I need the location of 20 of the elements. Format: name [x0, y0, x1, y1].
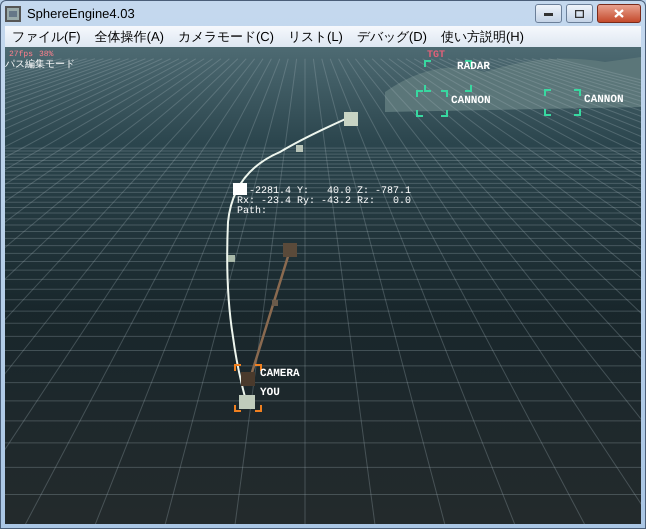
player-label: YOU: [260, 387, 280, 399]
menu-item[interactable]: 使い方説明(H): [434, 26, 531, 48]
coordinate-readout: Rx: -23.4 Ry: -43.2 Rz: 0.0: [237, 196, 412, 207]
menu-item[interactable]: 全体操作(A): [88, 26, 171, 48]
target-tag: TGT: [427, 50, 446, 61]
coordinate-readout: Path:: [237, 206, 268, 217]
menu-item[interactable]: リスト(L): [281, 26, 350, 48]
target-label: CANNON: [451, 95, 491, 107]
menu-item[interactable]: デバッグ(D): [350, 26, 434, 48]
mode-label: パス編集モード: [5, 60, 75, 71]
menu-item[interactable]: ファイル(F): [5, 26, 88, 48]
target-label: CANNON: [584, 94, 624, 106]
fps-counter: 27fps: [9, 50, 34, 59]
window-title: SphereEngine4.03: [27, 4, 135, 23]
load-percent: 38%: [39, 50, 54, 59]
menu-item[interactable]: カメラモード(C): [170, 26, 281, 48]
target-label: RADAR: [457, 61, 490, 73]
3d-viewport[interactable]: 27fps 38% パス編集モード TGT RADAR CANNON CANNON -2281.4 Y: 40.0 Z: -787.1 Rx: -23.4 Ry: -43.2 Rz: 0.0 Path: CAMERA YOU: [5, 47, 641, 524]
coordinate-readout: -2281.4 Y: 40.0 Z: -787.1: [249, 186, 412, 197]
camera-label: CAMERA: [260, 368, 300, 380]
